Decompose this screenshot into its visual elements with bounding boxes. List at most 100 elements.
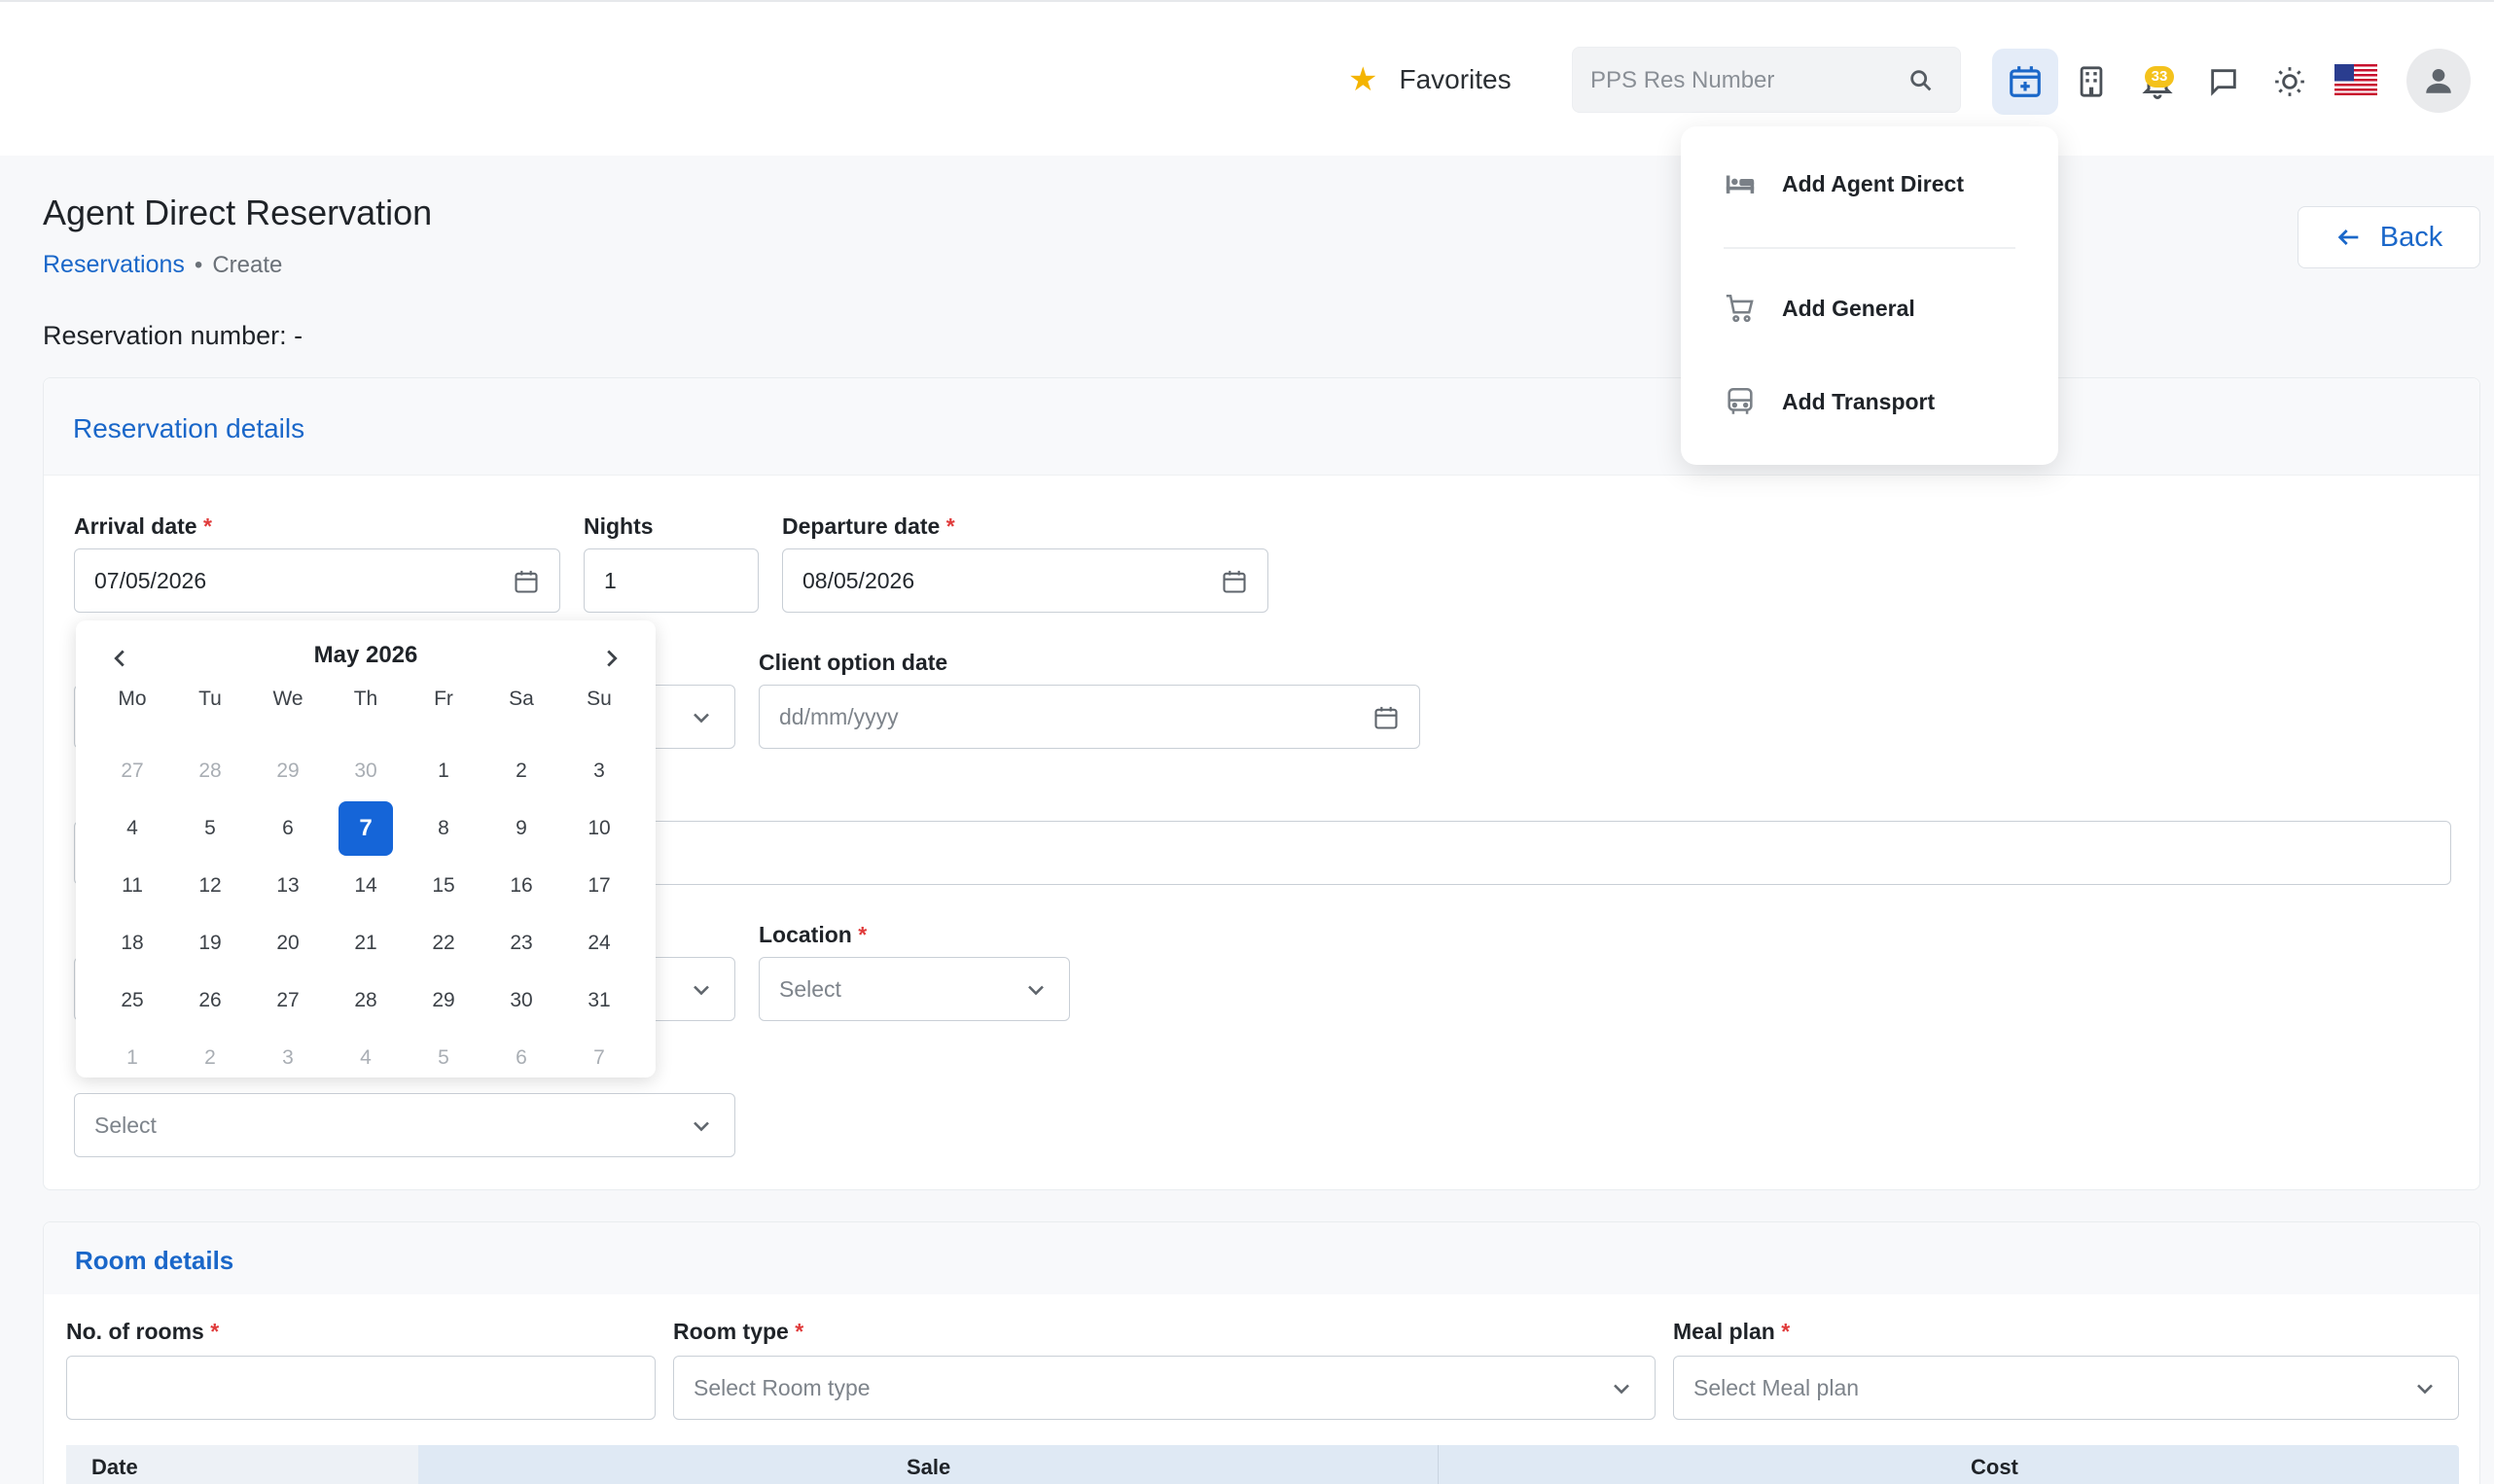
arrival-date-value: 07/05/2026: [94, 568, 207, 593]
nights-label: Nights: [584, 513, 654, 539]
menu-item-add-agent-direct[interactable]: Add Agent Direct: [1724, 167, 1964, 200]
calendar-day[interactable]: 23: [482, 914, 560, 972]
calendar-day-number: 24: [588, 931, 611, 954]
messages-button[interactable]: [2191, 49, 2257, 115]
calendar-day[interactable]: 12: [171, 857, 249, 914]
reservation-details-header: Reservation details: [44, 378, 2479, 476]
calendar-day[interactable]: 27: [93, 742, 171, 799]
calendar-day[interactable]: 1: [405, 742, 482, 799]
column-divider: [1438, 1445, 1439, 1484]
calendar-day-number: 20: [276, 931, 300, 954]
bed-icon: [1726, 175, 1755, 194]
calendar-day-number: 2: [204, 1045, 216, 1069]
required-mark: *: [795, 1319, 804, 1344]
calendar-day[interactable]: 5: [405, 1029, 482, 1086]
calendar-day[interactable]: 9: [482, 799, 560, 857]
calendar-day[interactable]: 18: [93, 914, 171, 972]
search-input[interactable]: [1590, 61, 1882, 100]
departure-date-input[interactable]: 08/05/2026: [782, 548, 1268, 613]
user-avatar[interactable]: [2406, 49, 2471, 113]
favorites-label: Favorites: [1399, 64, 1512, 94]
calendar-day-number: 13: [276, 873, 300, 897]
calendar-day[interactable]: 11: [93, 857, 171, 914]
calendar-day[interactable]: 4: [327, 1029, 405, 1086]
calendar-day[interactable]: 6: [482, 1029, 560, 1086]
user-icon: [2426, 68, 2451, 93]
calendar-day[interactable]: 15: [405, 857, 482, 914]
calendar-day[interactable]: 21: [327, 914, 405, 972]
calendar-day[interactable]: 14: [327, 857, 405, 914]
calendar-icon[interactable]: [513, 568, 540, 595]
calendar-day[interactable]: 26: [171, 972, 249, 1029]
location-label: Location *: [759, 922, 867, 948]
calendar-day[interactable]: 8: [405, 799, 482, 857]
theme-toggle[interactable]: [2257, 49, 2323, 115]
calendar-day[interactable]: 29: [249, 742, 327, 799]
departure-date-label-text: Departure date: [782, 513, 941, 539]
chevron-down-icon: [694, 985, 709, 996]
calendar-day[interactable]: 1: [93, 1029, 171, 1086]
calendar-icon[interactable]: [1221, 568, 1248, 595]
required-mark: *: [210, 1319, 220, 1344]
calendar-day[interactable]: 10: [560, 799, 638, 857]
calendar-day[interactable]: 5: [171, 799, 249, 857]
rooms-input[interactable]: [66, 1356, 656, 1420]
meal-plan-label: Meal plan *: [1673, 1319, 1790, 1345]
calendar-day[interactable]: 24: [560, 914, 638, 972]
calendar-day[interactable]: 6: [249, 799, 327, 857]
location-select[interactable]: Select: [759, 957, 1070, 1021]
calendar-day[interactable]: 3: [249, 1029, 327, 1086]
calendar-day-number: 25: [121, 988, 144, 1011]
calendar-day[interactable]: 19: [171, 914, 249, 972]
calendar-day-selected[interactable]: 7: [327, 799, 405, 857]
cart-icon: [1726, 294, 1754, 323]
sale-column-header: Sale: [907, 1455, 951, 1479]
calendar-day[interactable]: 17: [560, 857, 638, 914]
calendar-day-number: 27: [121, 759, 144, 782]
calendar-day[interactable]: 29: [405, 972, 482, 1029]
calendar-day[interactable]: 2: [482, 742, 560, 799]
us-flag-icon[interactable]: [2334, 64, 2377, 95]
room-type-select[interactable]: Select Room type: [673, 1356, 1656, 1420]
add-reservation-button[interactable]: [1992, 49, 2058, 115]
star-icon: ★: [1348, 61, 1378, 98]
calendar-day[interactable]: 3: [560, 742, 638, 799]
calendar-day-number: 15: [432, 873, 455, 897]
calendar-day[interactable]: 2: [171, 1029, 249, 1086]
menu-item-add-transport[interactable]: Add Transport: [1724, 385, 1935, 418]
calendar-day[interactable]: 20: [249, 914, 327, 972]
nights-input[interactable]: 1: [584, 548, 759, 613]
add-menu: Add Agent Direct Add General Add Transpo…: [1681, 126, 2058, 465]
calendar-day[interactable]: 28: [171, 742, 249, 799]
client-option-date-label: Client option date: [759, 650, 948, 675]
calendar-day[interactable]: 30: [482, 972, 560, 1029]
calendar-day[interactable]: 22: [405, 914, 482, 972]
calendar-day-number: 28: [198, 759, 222, 782]
search-icon[interactable]: [1907, 67, 1935, 94]
calendar-day[interactable]: 28: [327, 972, 405, 1029]
supplier-select[interactable]: Select: [74, 1093, 735, 1157]
calendar-day[interactable]: 25: [93, 972, 171, 1029]
meal-plan-select[interactable]: Select Meal plan: [1673, 1356, 2459, 1420]
calendar-day[interactable]: 31: [560, 972, 638, 1029]
calendar-day[interactable]: 13: [249, 857, 327, 914]
calendar-day-number: 10: [588, 816, 611, 839]
favorites-button[interactable]: ★ Favorites: [1348, 62, 1512, 97]
hotel-button[interactable]: [2058, 49, 2124, 115]
meal-plan-label-text: Meal plan: [1673, 1319, 1775, 1344]
arrival-date-input[interactable]: 07/05/2026: [74, 548, 560, 613]
breadcrumb-reservations-link[interactable]: Reservations: [43, 251, 185, 279]
calendar-day[interactable]: 4: [93, 799, 171, 857]
chevron-right-icon[interactable]: [597, 644, 626, 673]
calendar-icon[interactable]: [1372, 704, 1400, 731]
client-option-date-input[interactable]: dd/mm/yyyy: [759, 685, 1420, 749]
menu-item-add-general[interactable]: Add General: [1724, 292, 1915, 325]
back-label: Back: [2379, 221, 2443, 253]
calendar-day[interactable]: 27: [249, 972, 327, 1029]
arrow-left-icon: [2337, 230, 2359, 245]
calendar-day[interactable]: 16: [482, 857, 560, 914]
calendar-day[interactable]: 7: [560, 1029, 638, 1086]
calendar-day-number: 7: [593, 1045, 605, 1069]
calendar-day[interactable]: 30: [327, 742, 405, 799]
back-button[interactable]: Back: [2298, 206, 2480, 268]
